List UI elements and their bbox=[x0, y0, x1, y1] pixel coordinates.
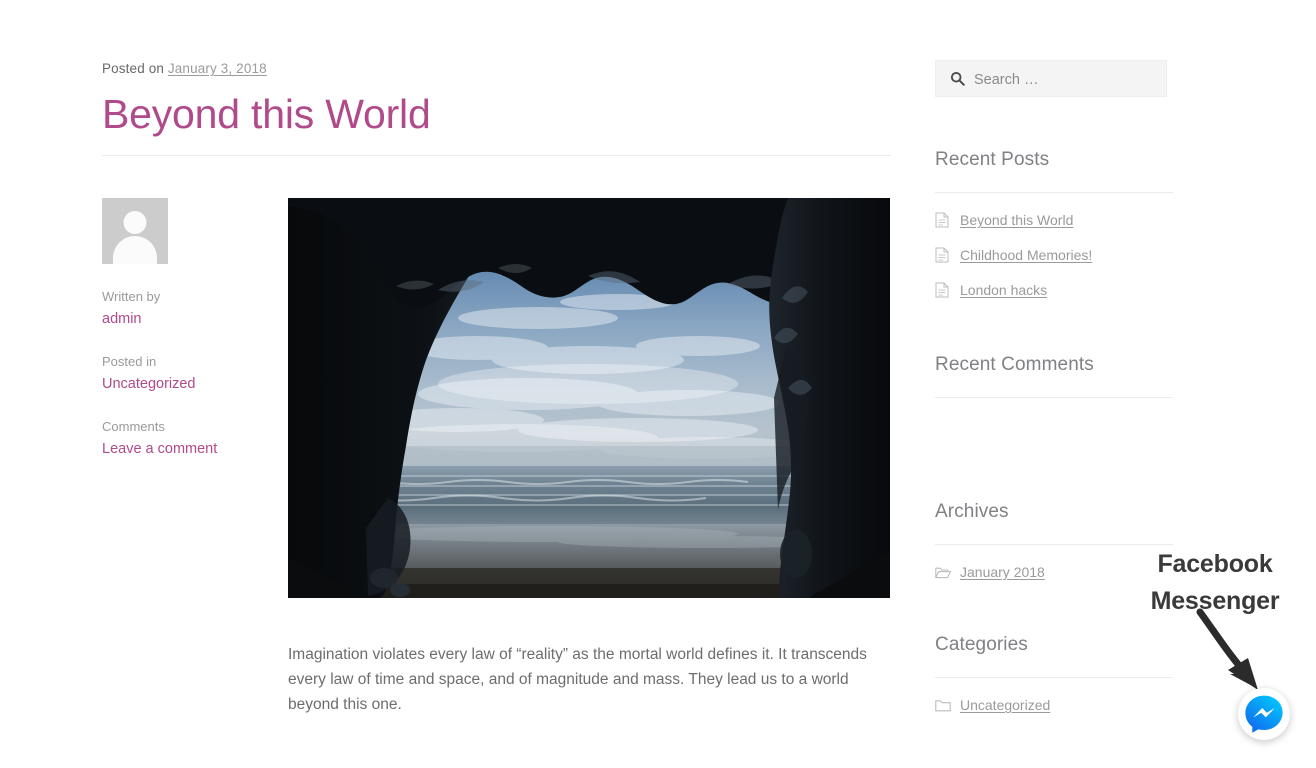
title-divider bbox=[102, 155, 891, 156]
facebook-messenger-button[interactable] bbox=[1238, 688, 1290, 740]
featured-image[interactable] bbox=[288, 198, 890, 598]
folder-icon bbox=[935, 699, 951, 712]
recent-post-link[interactable]: Beyond this World bbox=[960, 212, 1073, 228]
search-form[interactable] bbox=[935, 60, 1167, 98]
avatar-head-shape bbox=[123, 211, 147, 234]
list-item[interactable]: Beyond this World bbox=[935, 212, 1167, 228]
category-link[interactable]: Uncategorized bbox=[102, 373, 262, 396]
widget-divider bbox=[935, 677, 1173, 678]
facebook-messenger-icon bbox=[1244, 694, 1284, 734]
document-icon bbox=[935, 247, 951, 263]
categories-list: Uncategorized bbox=[935, 697, 1167, 713]
widget-title: Recent Comments bbox=[935, 354, 1094, 375]
widget-categories: Categories Uncategorized bbox=[935, 634, 1173, 713]
sidebar: Recent Posts Beyond this World bbox=[935, 60, 1173, 713]
meta-author: Written by admin bbox=[102, 287, 262, 331]
post-header: Posted on January 3, 2018 Beyond this Wo… bbox=[102, 60, 892, 138]
list-item[interactable]: London hacks bbox=[935, 282, 1167, 298]
widget-title: Categories bbox=[935, 634, 1028, 655]
curved-arrow-down-right-icon bbox=[1192, 608, 1274, 700]
list-item[interactable]: January 2018 bbox=[935, 564, 1167, 580]
posted-on: Posted on January 3, 2018 bbox=[102, 60, 892, 79]
avatar-body-shape bbox=[113, 236, 157, 264]
document-icon bbox=[935, 282, 951, 298]
archives-list: January 2018 bbox=[935, 564, 1167, 580]
widget-divider bbox=[935, 192, 1173, 193]
avatar bbox=[102, 198, 168, 264]
widget-title: Archives bbox=[935, 501, 1009, 522]
widget-archives: Archives January 2018 bbox=[935, 501, 1173, 580]
posted-on-prefix: Posted on bbox=[102, 61, 165, 76]
posted-in-label: Posted in bbox=[102, 353, 157, 369]
recent-posts-list: Beyond this World Childhood Memories! Lo… bbox=[935, 212, 1167, 298]
leave-a-comment-link[interactable]: Leave a comment bbox=[102, 438, 262, 461]
post-body-text: Imagination violates every law of “reali… bbox=[288, 645, 867, 713]
list-item[interactable]: Childhood Memories! bbox=[935, 247, 1167, 263]
search-input[interactable] bbox=[972, 61, 1162, 98]
recent-post-link[interactable]: Childhood Memories! bbox=[960, 247, 1092, 263]
page-title: Beyond this World bbox=[102, 90, 431, 137]
category-link[interactable]: Uncategorized bbox=[960, 697, 1050, 713]
recent-post-link[interactable]: London hacks bbox=[960, 282, 1047, 298]
search-icon bbox=[950, 71, 965, 91]
post-date-link[interactable]: January 3, 2018 bbox=[168, 61, 267, 76]
post-meta-column: Written by admin Posted in Uncategorized… bbox=[102, 198, 262, 461]
widget-divider bbox=[935, 544, 1173, 545]
list-item[interactable]: Uncategorized bbox=[935, 697, 1167, 713]
folder-open-icon bbox=[935, 566, 951, 579]
recent-comments-empty bbox=[935, 398, 1167, 446]
written-by-label: Written by bbox=[102, 289, 161, 304]
document-icon bbox=[935, 212, 951, 228]
widget-recent-posts: Recent Posts Beyond this World Childhood… bbox=[935, 149, 1173, 298]
widget-recent-comments: Recent Comments bbox=[935, 354, 1173, 446]
widget-title: Recent Posts bbox=[935, 149, 1050, 170]
comments-label: Comments bbox=[102, 418, 165, 434]
author-link[interactable]: admin bbox=[102, 308, 262, 331]
meta-comments: Comments Leave a comment bbox=[102, 417, 262, 461]
meta-category: Posted in Uncategorized bbox=[102, 352, 262, 396]
archive-link[interactable]: January 2018 bbox=[960, 564, 1045, 580]
